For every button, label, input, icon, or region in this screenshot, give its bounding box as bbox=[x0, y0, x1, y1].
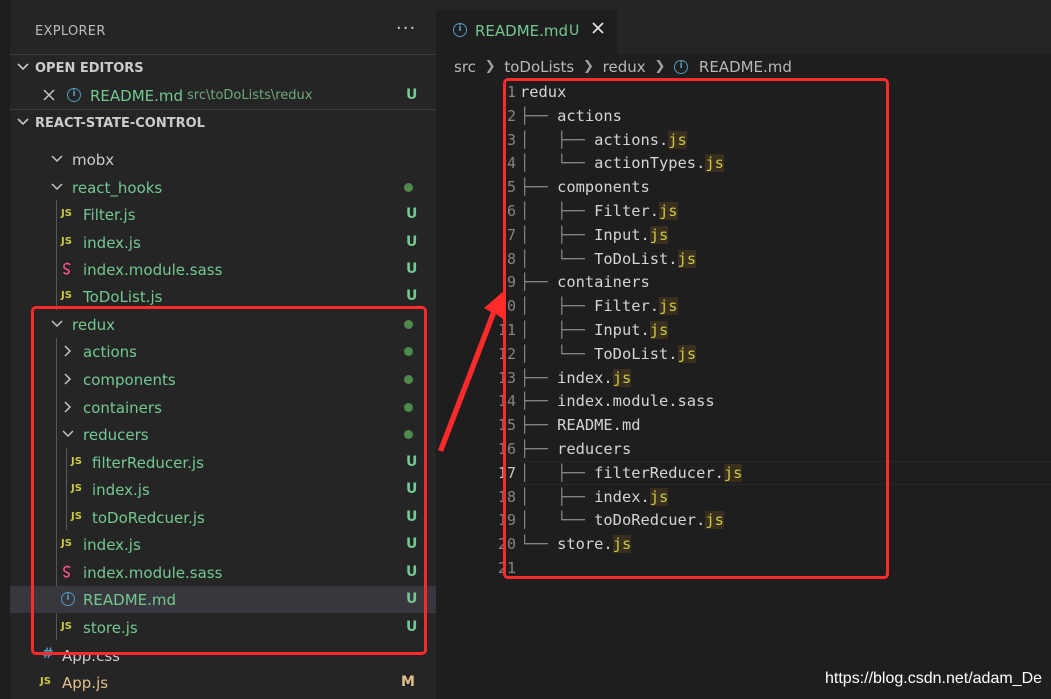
chevron-down-icon bbox=[51, 155, 63, 163]
workspace-header[interactable]: REACT-STATE-CONTROL bbox=[10, 109, 436, 137]
explorer-title: EXPLORER bbox=[35, 24, 106, 39]
breadcrumb-item[interactable]: redux bbox=[603, 58, 646, 76]
modified-dot-icon bbox=[404, 183, 413, 192]
annotation-box-editor bbox=[503, 78, 889, 579]
js-file-icon: JS bbox=[61, 236, 72, 247]
js-file-icon: JS bbox=[61, 208, 72, 219]
sass-file-icon bbox=[63, 262, 71, 275]
annotation-box-sidebar bbox=[31, 306, 427, 655]
tree-file-index-module-sass[interactable]: index.module.sass U bbox=[10, 256, 436, 283]
breadcrumb-item[interactable]: src bbox=[454, 58, 476, 76]
chevron-right-icon: ❯ bbox=[582, 59, 594, 74]
chevron-down-icon bbox=[51, 183, 63, 191]
open-editors-header[interactable]: OPEN EDITORS bbox=[10, 54, 436, 82]
close-icon[interactable] bbox=[591, 21, 605, 35]
js-file-icon: JS bbox=[40, 676, 51, 687]
explorer-header: EXPLORER ··· bbox=[10, 0, 436, 54]
tab-bar: i README.md U bbox=[436, 0, 1051, 54]
status-badge: U bbox=[406, 261, 418, 277]
info-file-icon: i bbox=[674, 59, 689, 74]
js-file-icon: JS bbox=[61, 290, 72, 301]
tab-readme[interactable]: i README.md U bbox=[436, 10, 617, 54]
info-file-icon: i bbox=[453, 23, 467, 37]
tree-item-label: index.js bbox=[83, 234, 141, 252]
tree-item-label: ToDoList.js bbox=[83, 288, 163, 306]
watermark: https://blog.csdn.net/adam_De bbox=[825, 670, 1043, 687]
more-actions-icon[interactable]: ··· bbox=[396, 18, 416, 39]
status-badge: U bbox=[406, 288, 418, 304]
breadcrumb: src ❯ toDoLists ❯ redux ❯ i README.md bbox=[454, 57, 792, 79]
status-badge: M bbox=[401, 674, 415, 690]
status-badge: U bbox=[406, 234, 418, 250]
open-editor-filename: README.md bbox=[90, 87, 184, 105]
chevron-right-icon: ❯ bbox=[654, 59, 666, 74]
breadcrumb-item[interactable]: README.md bbox=[699, 58, 792, 76]
close-icon[interactable] bbox=[43, 89, 55, 101]
open-editors-label: OPEN EDITORS bbox=[35, 61, 144, 76]
tree-item-label: index.module.sass bbox=[83, 261, 223, 279]
workspace-label: REACT-STATE-CONTROL bbox=[35, 116, 205, 131]
tree-folder-mobx[interactable]: mobx bbox=[10, 146, 436, 173]
tree-file-filter-js[interactable]: JS Filter.js U bbox=[10, 201, 436, 228]
tree-item-label: App.js bbox=[62, 674, 109, 692]
chevron-down-icon bbox=[17, 63, 29, 71]
status-badge: U bbox=[406, 206, 418, 222]
chevron-right-icon: ❯ bbox=[484, 59, 496, 74]
info-file-icon: i bbox=[67, 88, 81, 102]
breadcrumb-item[interactable]: toDoLists bbox=[504, 58, 574, 76]
status-badge: U bbox=[406, 87, 418, 103]
tree-item-label: react_hooks bbox=[72, 179, 163, 197]
tree-item-label: mobx bbox=[72, 151, 115, 169]
tree-item-label: Filter.js bbox=[83, 206, 136, 224]
tab-status-badge: U bbox=[569, 23, 580, 39]
tree-file-index-js[interactable]: JS index.js U bbox=[10, 229, 436, 256]
open-editor-path: src\toDoLists\redux bbox=[187, 88, 313, 103]
open-editor-readme[interactable]: i README.md src\toDoLists\redux U bbox=[10, 82, 436, 109]
tree-folder-react-hooks[interactable]: react_hooks bbox=[10, 174, 436, 201]
tree-file-app-js[interactable]: JS App.js M bbox=[10, 669, 436, 696]
chevron-down-icon bbox=[17, 118, 29, 126]
tab-label: README.md bbox=[475, 22, 569, 40]
